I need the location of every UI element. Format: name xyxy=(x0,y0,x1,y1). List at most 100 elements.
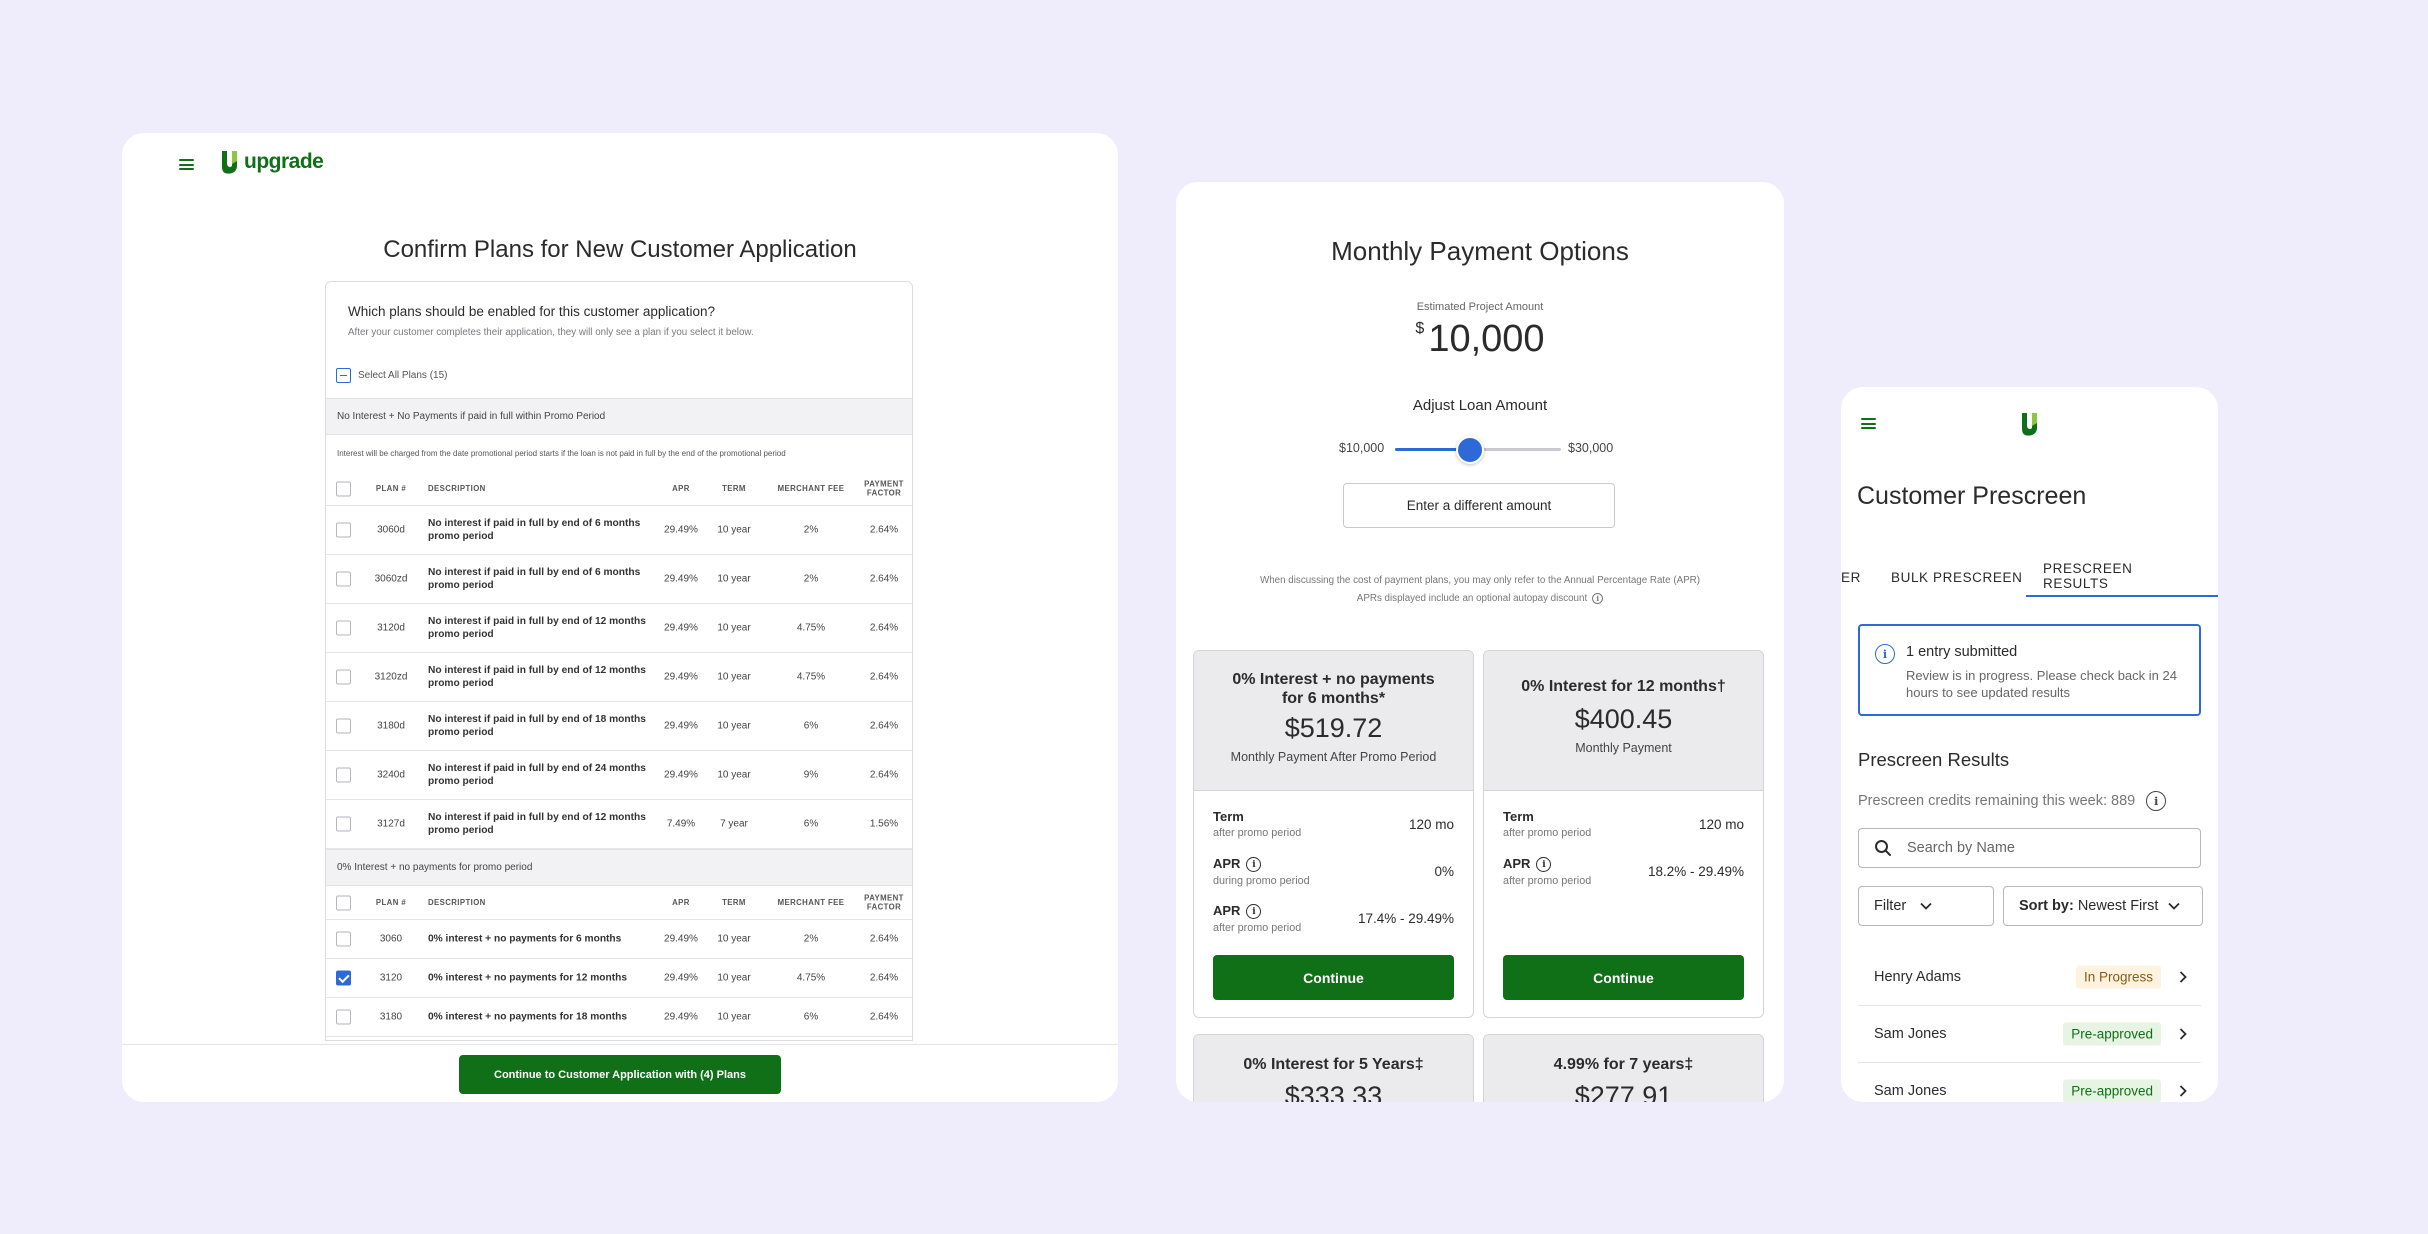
plan-checkbox[interactable] xyxy=(336,718,351,734)
apr-value: 17.4% - 29.49% xyxy=(1357,911,1454,926)
plans-question: Which plans should be enabled for this c… xyxy=(348,304,715,319)
info-icon[interactable]: i xyxy=(2146,791,2167,811)
continue-button[interactable]: Continue xyxy=(1213,955,1454,1000)
status-badge: In Progress xyxy=(2075,965,2161,989)
option-monthly-price: $519.72 xyxy=(1284,713,1383,744)
result-row[interactable]: Sam Jones Pre-approved xyxy=(1858,1006,2201,1063)
adjust-loan-label: Adjust Loan Amount xyxy=(1412,397,1548,414)
plan-apr: 7.49% xyxy=(666,818,696,830)
apr-value: 18.2% - 29.49% xyxy=(1647,864,1744,879)
plans-panel: Which plans should be enabled for this c… xyxy=(325,281,913,1041)
alert-body: Review is in progress. Please check back… xyxy=(1906,668,2177,700)
option-heading: 0% Interest for 5 Years‡ xyxy=(1243,1056,1424,1073)
table-row[interactable]: 3120d No interest if paid in full by end … xyxy=(326,604,912,653)
enter-different-amount-button[interactable]: Enter a different amount xyxy=(1343,483,1615,528)
plan-number: 3120d xyxy=(377,622,405,634)
plans-subtext: After your customer completes their appl… xyxy=(348,327,754,338)
plan-term: 7 year xyxy=(720,818,748,830)
slider-thumb[interactable] xyxy=(1455,436,1484,464)
tab-bar: ER BULK PRESCREEN PRESCREEN RESULTS xyxy=(1841,557,2218,597)
option-summary: 0% Interest for 12 months† $400.45 Month… xyxy=(1484,651,1763,791)
term-value: 120 mo xyxy=(1408,817,1454,832)
result-row[interactable]: Sam Jones Pre-approved xyxy=(1858,1063,2201,1102)
apr-label: APR i xyxy=(1213,856,1454,873)
select-all-checkbox[interactable] xyxy=(336,368,351,383)
filter-label: Filter xyxy=(1874,898,1907,914)
plan-term: 10 year xyxy=(717,933,751,945)
plan-checkbox[interactable] xyxy=(336,767,351,783)
plan-checkbox[interactable] xyxy=(336,816,351,832)
plan-number: 3060 xyxy=(379,933,403,945)
plan-term: 10 year xyxy=(717,972,751,984)
plan-checkbox[interactable] xyxy=(336,522,351,538)
result-name: Sam Jones xyxy=(1874,1026,1947,1042)
info-icon[interactable]: i xyxy=(1246,857,1262,873)
table-row[interactable]: 3120zd No interest if paid in full by end… xyxy=(326,653,912,702)
plan-checkbox[interactable] xyxy=(336,669,351,685)
option-monthly-price: $400.45 xyxy=(1574,704,1673,735)
tab-new-prescreen[interactable]: ER xyxy=(1841,557,1861,597)
upgrade-logo[interactable]: upgrade xyxy=(220,150,324,174)
plan-checkbox[interactable] xyxy=(336,571,351,587)
info-icon[interactable]: i xyxy=(1592,593,1604,604)
page-title: Monthly Payment Options xyxy=(1331,236,1629,266)
menu-icon[interactable] xyxy=(1861,418,1876,429)
plan-description: 0% interest + no payments for 18 months xyxy=(428,1011,627,1023)
plan-apr: 29.49% xyxy=(664,933,698,945)
plan-checkbox[interactable] xyxy=(336,970,351,986)
plan-apr: 29.49% xyxy=(664,1011,698,1023)
payment-option-card: 4.99% for 7 years‡ $277.91 xyxy=(1483,1034,1764,1102)
plan-checkbox[interactable] xyxy=(336,620,351,636)
chevron-right-icon xyxy=(2179,1085,2187,1097)
table-row[interactable]: 3060d No interest if paid in full by end … xyxy=(326,506,912,555)
customer-prescreen-card: Customer Prescreen ER BULK PRESCREEN PRE… xyxy=(1841,387,2218,1102)
apr-row: APR i after promo period 18.2% - 29.49% xyxy=(1503,856,1744,887)
table-row[interactable]: 3120 0% interest + no payments for 12 mon… xyxy=(326,959,912,998)
col-payment-factor: PAYMENT FACTOR xyxy=(864,478,904,498)
option-heading: 0% Interest for 12 months† xyxy=(1521,678,1726,695)
group-note: Interest will be charged from the date p… xyxy=(337,449,786,458)
col-payment-factor: PAYMENT FACTOR xyxy=(864,892,904,912)
sort-dropdown[interactable]: Sort by: Newest First xyxy=(2003,886,2203,926)
option-summary: 0% Interest for 5 Years‡ $333.33 xyxy=(1194,1035,1473,1102)
header-checkbox[interactable] xyxy=(336,895,351,910)
col-description: DESCRIPTION xyxy=(428,897,486,907)
table-row[interactable]: 3060 0% interest + no payments for 6 mont… xyxy=(326,920,912,959)
plan-description: No interest if paid in full by end of 12… xyxy=(428,811,646,836)
plan-apr: 29.49% xyxy=(664,972,698,984)
plan-term: 10 year xyxy=(717,1011,751,1023)
plan-merchant-fee: 6% xyxy=(803,818,819,830)
info-icon[interactable]: i xyxy=(1246,904,1262,920)
apr-label-text: APR xyxy=(1503,856,1531,871)
plan-checkbox[interactable] xyxy=(336,1009,351,1025)
table-row[interactable]: 3180d No interest if paid in full by end … xyxy=(326,702,912,751)
menu-icon[interactable] xyxy=(179,159,194,170)
table-row[interactable]: 3127d No interest if paid in full by end … xyxy=(326,800,912,849)
upgrade-logo-mark-icon xyxy=(222,151,237,174)
select-all-plans[interactable]: Select All Plans (15) xyxy=(336,368,448,383)
info-icon[interactable]: i xyxy=(1536,857,1552,873)
col-merchant-fee: MERCHANT FEE xyxy=(777,483,845,493)
result-row[interactable]: Henry Adams In Progress xyxy=(1858,949,2201,1006)
upgrade-logo-icon[interactable] xyxy=(2020,412,2040,436)
header-checkbox[interactable] xyxy=(336,481,351,496)
apr-after-row: APR i after promo period 17.4% - 29.49% xyxy=(1213,903,1454,934)
plan-payment-factor: 2.64% xyxy=(869,573,899,585)
tab-prescreen-results[interactable]: PRESCREEN RESULTS xyxy=(2026,557,2218,597)
plan-term: 10 year xyxy=(717,720,751,732)
continue-application-button[interactable]: Continue to Customer Application with (4… xyxy=(459,1055,781,1094)
table-row[interactable]: 3240d No interest if paid in full by end … xyxy=(326,751,912,800)
slider-max-label: $30,000 xyxy=(1568,441,1614,455)
continue-button[interactable]: Continue xyxy=(1503,955,1744,1000)
table-row[interactable]: 3180 0% interest + no payments for 18 mon… xyxy=(326,998,912,1037)
result-name: Sam Jones xyxy=(1874,1083,1947,1099)
filter-dropdown[interactable]: Filter xyxy=(1858,886,1994,926)
apr-disclaimer: When discussing the cost of payment plan… xyxy=(1259,575,1700,586)
page-title: Customer Prescreen xyxy=(1857,482,2087,510)
search-input[interactable]: Search by Name xyxy=(1858,828,2201,868)
plan-payment-factor: 2.64% xyxy=(869,524,899,536)
plan-checkbox[interactable] xyxy=(336,931,351,947)
table-row[interactable]: 3060zd No interest if paid in full by end… xyxy=(326,555,912,604)
tab-bulk-prescreen[interactable]: BULK PRESCREEN xyxy=(1891,557,2022,597)
plan-number: 3240d xyxy=(377,769,405,781)
